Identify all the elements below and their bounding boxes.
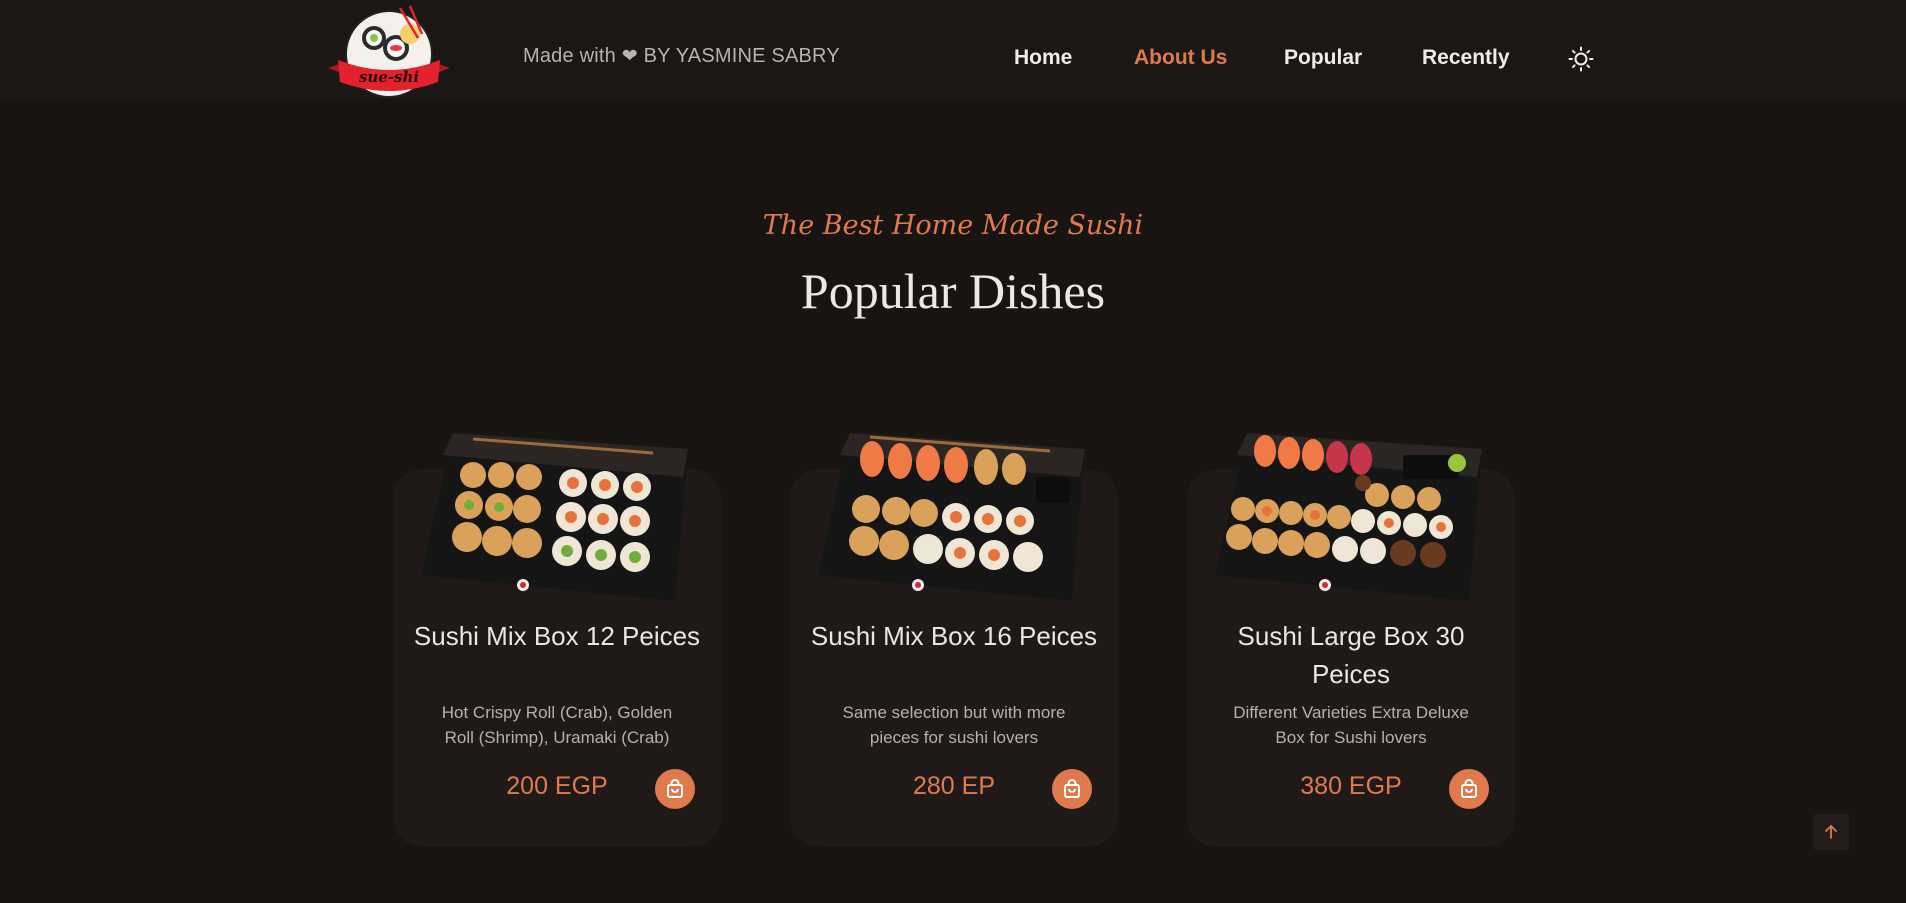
site-header: sue-shi Made with ❤ BY YASMINE SABRY Hom…	[0, 0, 1906, 98]
dish-description: Same selection but with more pieces for …	[842, 703, 1066, 747]
dish-name: Sushi Mix Box 12 Peices	[413, 621, 701, 651]
heart-icon: ❤	[621, 46, 638, 67]
add-to-cart-button[interactable]	[655, 769, 695, 809]
section-title: Popular Dishes	[800, 263, 1106, 319]
shopping-bag-icon	[667, 779, 683, 798]
dish-image	[1215, 433, 1482, 601]
arrow-up-icon	[1825, 825, 1837, 839]
dish-card: Sushi Large Box 30 Peices Different Vari…	[1187, 433, 1515, 847]
add-to-cart-button[interactable]	[1449, 769, 1489, 809]
sun-icon[interactable]	[1568, 46, 1594, 72]
nav-popular[interactable]: Popular	[1284, 46, 1362, 70]
shopping-bag-icon	[1064, 779, 1080, 798]
tagline-prefix: Made with	[523, 45, 616, 67]
nav-home[interactable]: Home	[1014, 46, 1072, 70]
logo-text: sue-shi	[359, 68, 419, 86]
tagline: Made with ❤ BY YASMINE SABRY	[523, 45, 840, 68]
scroll-to-top-button[interactable]	[1813, 814, 1849, 850]
section-subtitle: The Best Home Made Sushi	[762, 210, 1144, 241]
dish-image	[421, 433, 688, 601]
dish-card: Sushi Mix Box 16 Peices Same selection b…	[790, 433, 1118, 847]
dish-card: Sushi Mix Box 12 Peices Hot Crispy Roll …	[393, 433, 721, 847]
sue-shi-logo[interactable]: sue-shi	[326, 4, 452, 108]
dish-description: Hot Crispy Roll (Crab), Golden Roll (Shr…	[441, 703, 673, 747]
nav-about-us[interactable]: About Us	[1134, 46, 1227, 70]
dish-name: Sushi Mix Box 16 Peices	[810, 621, 1098, 651]
shopping-bag-icon	[1461, 779, 1477, 798]
dish-name: Sushi Large Box 30 Peices	[1237, 621, 1465, 689]
add-to-cart-button[interactable]	[1052, 769, 1092, 809]
dish-image	[818, 433, 1085, 601]
nav-recently[interactable]: Recently	[1422, 46, 1510, 70]
tagline-suffix: BY YASMINE SABRY	[643, 45, 840, 67]
dish-description: Different Varieties Extra Deluxe Box for…	[1233, 703, 1469, 747]
